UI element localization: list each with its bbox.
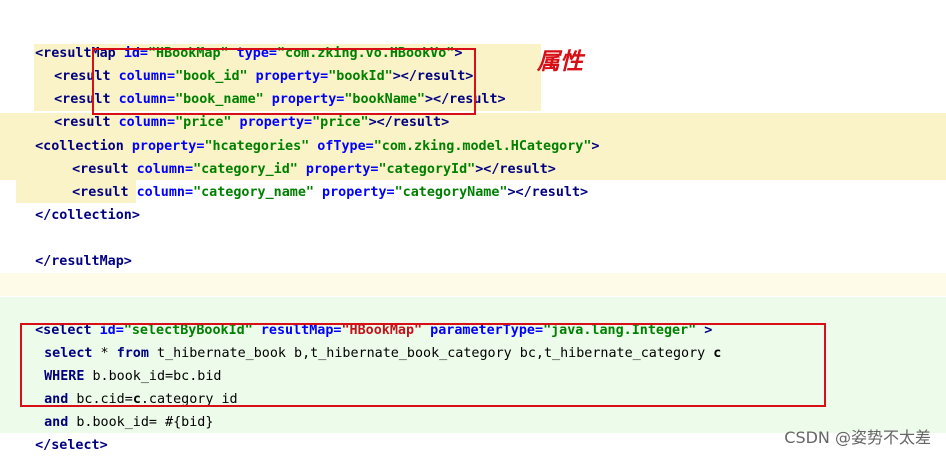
- code-line-select-open: <select id="selectByBookId" resultMap="H…: [19, 296, 712, 338]
- tag: </select>: [35, 438, 108, 453]
- value: "category_name": [193, 185, 314, 200]
- code-line-select-close: </select>: [19, 411, 108, 453]
- properties-highlight-box: [92, 48, 476, 115]
- watermark: CSDN @姿势不太差: [784, 428, 931, 447]
- attr: column=: [136, 185, 194, 200]
- code-line-result-category-id: <result column="category_id" property="c…: [56, 135, 556, 177]
- code-line-result-category-name: <result column="category_name" property=…: [56, 158, 588, 200]
- sql-highlight-box: [20, 323, 826, 407]
- properties-annotation-label: 属性: [537, 49, 583, 75]
- code-line-resultmap-open: <resultMap id="HBookMap" type="com.zking…: [19, 19, 462, 61]
- tag: </collection>: [35, 208, 140, 223]
- code-line-collection-close: </collection>: [19, 181, 140, 223]
- attr: property=: [314, 185, 395, 200]
- code-line-collection-open: <collection property="hcategories" ofTyp…: [19, 112, 599, 154]
- tag: >: [591, 139, 600, 154]
- tag: ></result>: [507, 185, 589, 200]
- highlight-pale-line: [0, 273, 946, 296]
- value: "categoryName": [394, 185, 508, 200]
- tag: </resultMap>: [35, 254, 132, 269]
- code-line-resultmap-close: </resultMap>: [19, 227, 132, 269]
